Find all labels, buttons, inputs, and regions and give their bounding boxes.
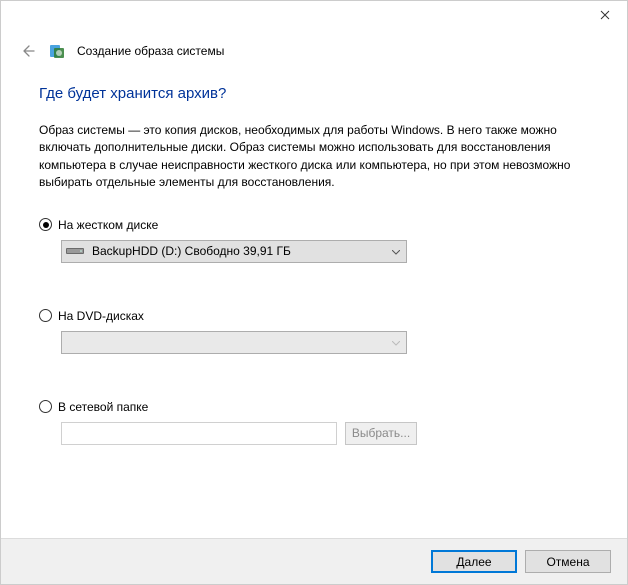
option-network: В сетевой папке Выбрать... bbox=[39, 400, 589, 445]
radio-network-label[interactable]: В сетевой папке bbox=[58, 400, 148, 414]
network-path-input[interactable] bbox=[61, 422, 337, 445]
next-button[interactable]: Далее bbox=[431, 550, 517, 573]
close-icon bbox=[600, 10, 610, 20]
header: Создание образа системы bbox=[1, 31, 627, 65]
footer: Далее Отмена bbox=[1, 538, 627, 584]
page-heading: Где будет хранится архив? bbox=[39, 85, 589, 102]
drive-icon bbox=[66, 246, 86, 256]
page-description: Образ системы — это копия дисков, необхо… bbox=[39, 122, 589, 192]
option-dvd: На DVD-дисках bbox=[39, 309, 589, 354]
option-hdd: На жестком диске BackupHDD (D:) Свободно… bbox=[39, 218, 589, 263]
chevron-down-icon bbox=[392, 335, 400, 349]
close-button[interactable] bbox=[582, 1, 627, 29]
hdd-dropdown[interactable]: BackupHDD (D:) Свободно 39,91 ГБ bbox=[61, 240, 407, 263]
dvd-dropdown bbox=[61, 331, 407, 354]
titlebar bbox=[1, 1, 627, 31]
back-button[interactable] bbox=[17, 41, 37, 61]
browse-button: Выбрать... bbox=[345, 422, 417, 445]
radio-network[interactable] bbox=[39, 400, 52, 413]
cancel-button[interactable]: Отмена bbox=[525, 550, 611, 573]
radio-dvd-label[interactable]: На DVD-дисках bbox=[58, 309, 144, 323]
window-title: Создание образа системы bbox=[77, 44, 224, 58]
radio-hdd[interactable] bbox=[39, 218, 52, 231]
content-area: Где будет хранится архив? Образ системы … bbox=[1, 65, 627, 445]
hdd-dropdown-value: BackupHDD (D:) Свободно 39,91 ГБ bbox=[92, 244, 291, 258]
radio-dvd[interactable] bbox=[39, 309, 52, 322]
radio-hdd-label[interactable]: На жестком диске bbox=[58, 218, 158, 232]
app-icon bbox=[49, 43, 65, 59]
back-arrow-icon bbox=[18, 42, 36, 60]
chevron-down-icon bbox=[392, 244, 400, 258]
